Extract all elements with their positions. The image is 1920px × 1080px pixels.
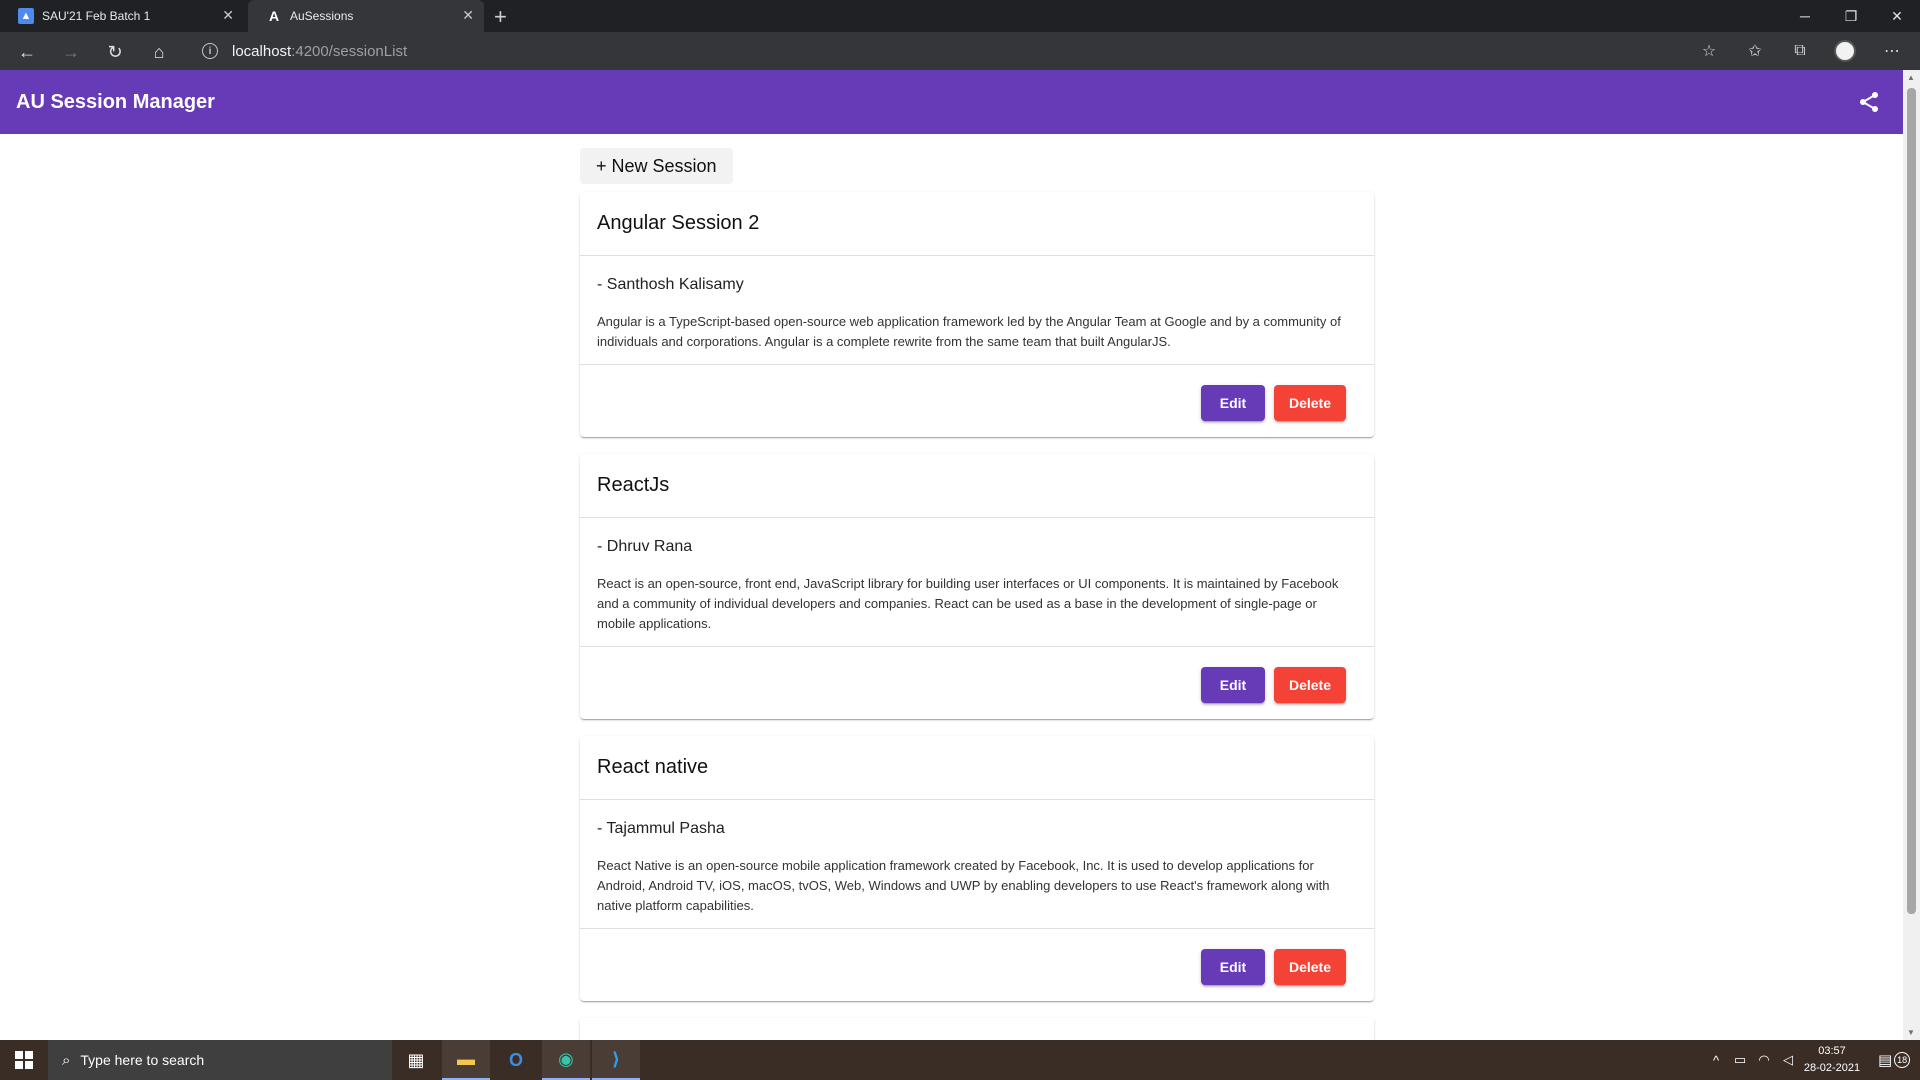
session-body: - Santhosh Kalisamy Angular is a TypeScr… xyxy=(580,256,1374,365)
more-icon[interactable]: ⋯ xyxy=(1882,41,1902,61)
restore-icon[interactable]: ❐ xyxy=(1828,0,1874,32)
new-tab-button[interactable]: + xyxy=(494,4,507,30)
file-explorer-icon[interactable]: ▬ xyxy=(442,1040,490,1080)
session-speaker: - Dhruv Rana xyxy=(597,538,693,555)
notification-count: 18 xyxy=(1894,1052,1911,1068)
outlook-icon[interactable]: O xyxy=(492,1040,540,1080)
windows-start-button[interactable] xyxy=(0,1040,48,1080)
delete-button[interactable]: Delete xyxy=(1274,667,1346,703)
notifications-button[interactable]: ▤ 18 xyxy=(1878,1040,1911,1080)
edge-icon[interactable]: ◉ xyxy=(542,1040,590,1080)
session-actions: Edit Delete xyxy=(580,647,1374,719)
session-title: ReactJs xyxy=(580,454,1374,518)
battery-icon[interactable]: ▭ xyxy=(1728,1052,1752,1068)
home-icon[interactable]: ⌂ xyxy=(148,41,170,63)
session-description: Angular is a TypeScript-based open-sourc… xyxy=(597,314,1341,349)
close-window-icon[interactable]: ✕ xyxy=(1874,0,1920,32)
clock-date: 28-02-2021 xyxy=(1803,1062,1861,1074)
tab-ausessions[interactable]: A AuSessions ✕ xyxy=(248,0,484,32)
browser-toolbar: ← → ↻ ⌂ i localhost :4200/sessionList xyxy=(0,32,1920,70)
windows-logo-icon xyxy=(15,1051,33,1069)
minimize-icon[interactable]: ─ xyxy=(1782,0,1828,32)
site-info-icon[interactable]: i xyxy=(202,43,218,59)
scroll-thumb[interactable] xyxy=(1907,88,1916,914)
session-card: ReactJs - Dhruv Rana React is an open-so… xyxy=(580,454,1374,719)
clock-time: 03:57 xyxy=(1818,1045,1846,1057)
edit-button[interactable]: Edit xyxy=(1201,949,1265,985)
tab-title: SAU'21 Feb Batch 1 xyxy=(42,9,151,23)
wifi-icon[interactable]: ◠ xyxy=(1752,1052,1776,1068)
add-favorite-icon[interactable]: ☆ xyxy=(1699,41,1719,61)
classroom-icon: ▲ xyxy=(18,8,34,24)
address-bar[interactable]: i localhost :4200/sessionList xyxy=(190,36,1728,66)
angular-icon: A xyxy=(268,8,280,24)
search-placeholder: Type here to search xyxy=(80,1052,205,1068)
session-card: React native - Tajammul Pasha React Nati… xyxy=(580,736,1374,1001)
app-toolbar: AU Session Manager xyxy=(0,70,1903,134)
system-clock[interactable]: 03:57 28-02-2021 xyxy=(1796,1043,1868,1077)
forward-icon[interactable]: → xyxy=(60,41,82,63)
session-speaker: - Tajammul Pasha xyxy=(597,820,725,837)
windows-taskbar: ⌕ Type here to search ▦ ▬ O ◉ ⟩ ^ ▭ ◠ ◁ … xyxy=(0,1040,1920,1080)
system-tray: ^ ▭ ◠ ◁ xyxy=(1704,1040,1800,1080)
url-path: :4200/sessionList xyxy=(291,42,408,60)
search-icon: ⌕ xyxy=(62,1051,71,1069)
browser-tabstrip: ▲ SAU'21 Feb Batch 1 ✕ A AuSessions ✕ + … xyxy=(0,0,1920,32)
app-title: AU Session Manager xyxy=(16,90,215,113)
window-controls: ─ ❐ ✕ xyxy=(1782,0,1920,32)
tab-title: AuSessions xyxy=(290,9,354,23)
session-description: React Native is an open-source mobile ap… xyxy=(597,858,1330,913)
notification-icon: ▤ xyxy=(1878,1052,1893,1069)
new-session-button[interactable]: + New Session xyxy=(580,148,733,184)
session-description: React is an open-source, front end, Java… xyxy=(597,576,1339,631)
session-title: React native xyxy=(580,736,1374,800)
share-icon[interactable] xyxy=(1857,90,1881,114)
session-body: - Tajammul Pasha React Native is an open… xyxy=(580,800,1374,929)
close-tab-icon[interactable]: ✕ xyxy=(222,7,234,24)
profile-avatar[interactable] xyxy=(1834,40,1856,62)
edit-button[interactable]: Edit xyxy=(1201,385,1265,421)
session-speaker: - Santhosh Kalisamy xyxy=(597,276,744,293)
favorites-icon[interactable]: ✩ xyxy=(1745,41,1765,61)
url-host: localhost xyxy=(232,42,292,60)
taskbar-search[interactable]: ⌕ Type here to search xyxy=(48,1040,392,1080)
session-actions: Edit Delete xyxy=(580,365,1374,437)
reload-icon[interactable]: ↻ xyxy=(104,41,126,63)
tab-sau21[interactable]: ▲ SAU'21 Feb Batch 1 ✕ xyxy=(0,0,244,32)
session-card-partial xyxy=(580,1018,1374,1040)
scroll-down-icon[interactable]: ▼ xyxy=(1907,1028,1915,1037)
close-tab-icon[interactable]: ✕ xyxy=(462,7,474,24)
session-actions: Edit Delete xyxy=(580,929,1374,1001)
delete-button[interactable]: Delete xyxy=(1274,385,1346,421)
edit-button[interactable]: Edit xyxy=(1201,667,1265,703)
scroll-up-icon[interactable]: ▲ xyxy=(1907,73,1915,82)
task-view-icon[interactable]: ▦ xyxy=(392,1040,440,1080)
session-body: - Dhruv Rana React is an open-source, fr… xyxy=(580,518,1374,647)
session-title: Angular Session 2 xyxy=(580,192,1374,256)
back-icon[interactable]: ← xyxy=(16,41,38,63)
collections-icon[interactable]: ⧉ xyxy=(1790,41,1810,61)
page-scrollbar[interactable]: ▲ ▼ xyxy=(1903,70,1920,1040)
vscode-icon[interactable]: ⟩ xyxy=(592,1040,640,1080)
session-list-page: + New Session Angular Session 2 - Santho… xyxy=(0,134,1903,1040)
session-card: Angular Session 2 - Santhosh Kalisamy An… xyxy=(580,192,1374,437)
tray-chevron-icon[interactable]: ^ xyxy=(1704,1053,1728,1068)
delete-button[interactable]: Delete xyxy=(1274,949,1346,985)
